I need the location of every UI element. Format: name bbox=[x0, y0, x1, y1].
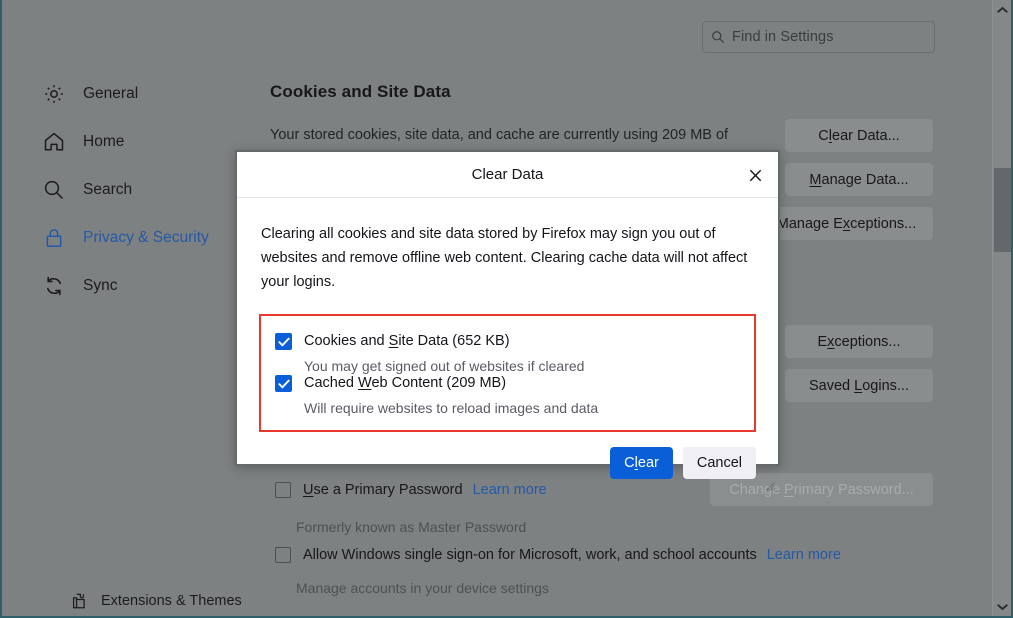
sidebar-item-label: Privacy & Security bbox=[83, 229, 209, 247]
sync-icon bbox=[42, 274, 66, 298]
section-description: Your stored cookies, site data, and cach… bbox=[270, 124, 740, 146]
dialog-titlebar: Clear Data bbox=[237, 152, 778, 198]
settings-page-surface: Find in Settings General Hom bbox=[2, 0, 1011, 616]
button-label: Cancel bbox=[697, 455, 742, 471]
sidebar: General Home Search bbox=[2, 70, 252, 310]
close-icon bbox=[749, 169, 762, 182]
manage-data-button[interactable]: Manage Data... bbox=[785, 163, 933, 196]
sidebar-item-label: General bbox=[83, 85, 138, 103]
button-label: Exceptions... bbox=[817, 334, 900, 350]
sidebar-item-label: Extensions & Themes bbox=[101, 593, 242, 609]
cached-web-content-checkbox[interactable] bbox=[275, 375, 292, 392]
button-label: Manage Exceptions... bbox=[777, 216, 916, 232]
sidebar-item-extensions-themes[interactable]: Extensions & Themes bbox=[2, 582, 252, 618]
clear-data-dialog: Clear Data Clearing all cookies and site… bbox=[235, 150, 780, 466]
sidebar-item-privacy-security[interactable]: Privacy & Security bbox=[2, 214, 252, 262]
clear-data-button[interactable]: Clear Data... bbox=[785, 119, 933, 152]
sidebar-bottom-group: Extensions & Themes Firefox Support bbox=[2, 582, 252, 618]
allow-windows-sso-sublabel: Manage accounts in your device settings bbox=[296, 580, 549, 596]
sidebar-item-home[interactable]: Home bbox=[2, 118, 252, 166]
button-label: Clear Data... bbox=[818, 128, 899, 144]
dialog-footer: Clear Cancel bbox=[237, 432, 778, 494]
search-input[interactable]: Find in Settings bbox=[702, 21, 935, 53]
sidebar-item-search[interactable]: Search bbox=[2, 166, 252, 214]
clear-button[interactable]: Clear bbox=[610, 447, 673, 479]
puzzle-icon bbox=[70, 592, 88, 610]
cookies-site-data-checkbox[interactable] bbox=[275, 333, 292, 350]
cached-web-content-option[interactable]: Cached Web Content (209 MB) bbox=[275, 374, 740, 392]
close-button[interactable] bbox=[740, 160, 770, 190]
saved-logins-button[interactable]: Saved Logins... bbox=[785, 369, 933, 402]
chevron-up-icon bbox=[997, 6, 1008, 14]
chevron-down-icon bbox=[997, 603, 1008, 611]
page-title: Cookies and Site Data bbox=[270, 82, 970, 102]
search-icon bbox=[711, 30, 725, 44]
dialog-title: Clear Data bbox=[472, 166, 544, 183]
allow-windows-sso-row[interactable]: Allow Windows single sign-on for Microso… bbox=[275, 547, 841, 563]
sidebar-item-label: Search bbox=[83, 181, 132, 199]
cancel-button[interactable]: Cancel bbox=[683, 447, 756, 479]
checkmark-icon bbox=[278, 379, 290, 389]
dialog-body: Clearing all cookies and site data store… bbox=[237, 198, 778, 432]
gear-icon bbox=[42, 82, 66, 106]
browser-window: Find in Settings General Hom bbox=[0, 0, 1013, 618]
clear-data-options-group: Cookies and Site Data (652 KB) You may g… bbox=[259, 314, 756, 432]
option-label: Cookies and Site Data (652 KB) bbox=[304, 332, 510, 350]
cookies-site-data-description: You may get signed out of websites if cl… bbox=[304, 358, 740, 374]
manage-exceptions-button[interactable]: Manage Exceptions... bbox=[760, 207, 933, 240]
search-icon bbox=[42, 178, 66, 202]
cached-web-content-description: Will require websites to reload images a… bbox=[304, 400, 740, 416]
learn-more-link[interactable]: Learn more bbox=[767, 547, 841, 563]
search-placeholder: Find in Settings bbox=[732, 29, 834, 45]
checkmark-icon bbox=[278, 337, 290, 347]
sidebar-item-label: Sync bbox=[83, 277, 117, 295]
scrollbar-up-button[interactable] bbox=[993, 0, 1012, 19]
home-icon bbox=[42, 130, 66, 154]
sidebar-item-sync[interactable]: Sync bbox=[2, 262, 252, 310]
button-label: Manage Data... bbox=[809, 172, 908, 188]
button-label: Saved Logins... bbox=[809, 378, 909, 394]
dialog-description: Clearing all cookies and site data store… bbox=[261, 222, 754, 294]
option-label: Cached Web Content (209 MB) bbox=[304, 374, 506, 392]
lock-icon bbox=[42, 226, 66, 250]
sidebar-item-label: Home bbox=[83, 133, 124, 151]
scrollbar-down-button[interactable] bbox=[993, 597, 1012, 616]
sidebar-item-general[interactable]: General bbox=[2, 70, 252, 118]
scrollbar-thumb[interactable] bbox=[994, 168, 1011, 252]
vertical-scrollbar[interactable] bbox=[992, 0, 1011, 616]
button-label: Clear bbox=[624, 455, 659, 471]
row-label: Allow Windows single sign-on for Microso… bbox=[303, 547, 757, 563]
exceptions-button[interactable]: Exceptions... bbox=[785, 325, 933, 358]
cookies-site-data-option[interactable]: Cookies and Site Data (652 KB) bbox=[275, 332, 740, 350]
allow-windows-sso-checkbox[interactable] bbox=[275, 547, 291, 563]
use-primary-password-sublabel: Formerly known as Master Password bbox=[296, 519, 526, 535]
resize-grip-icon[interactable] bbox=[762, 478, 775, 491]
